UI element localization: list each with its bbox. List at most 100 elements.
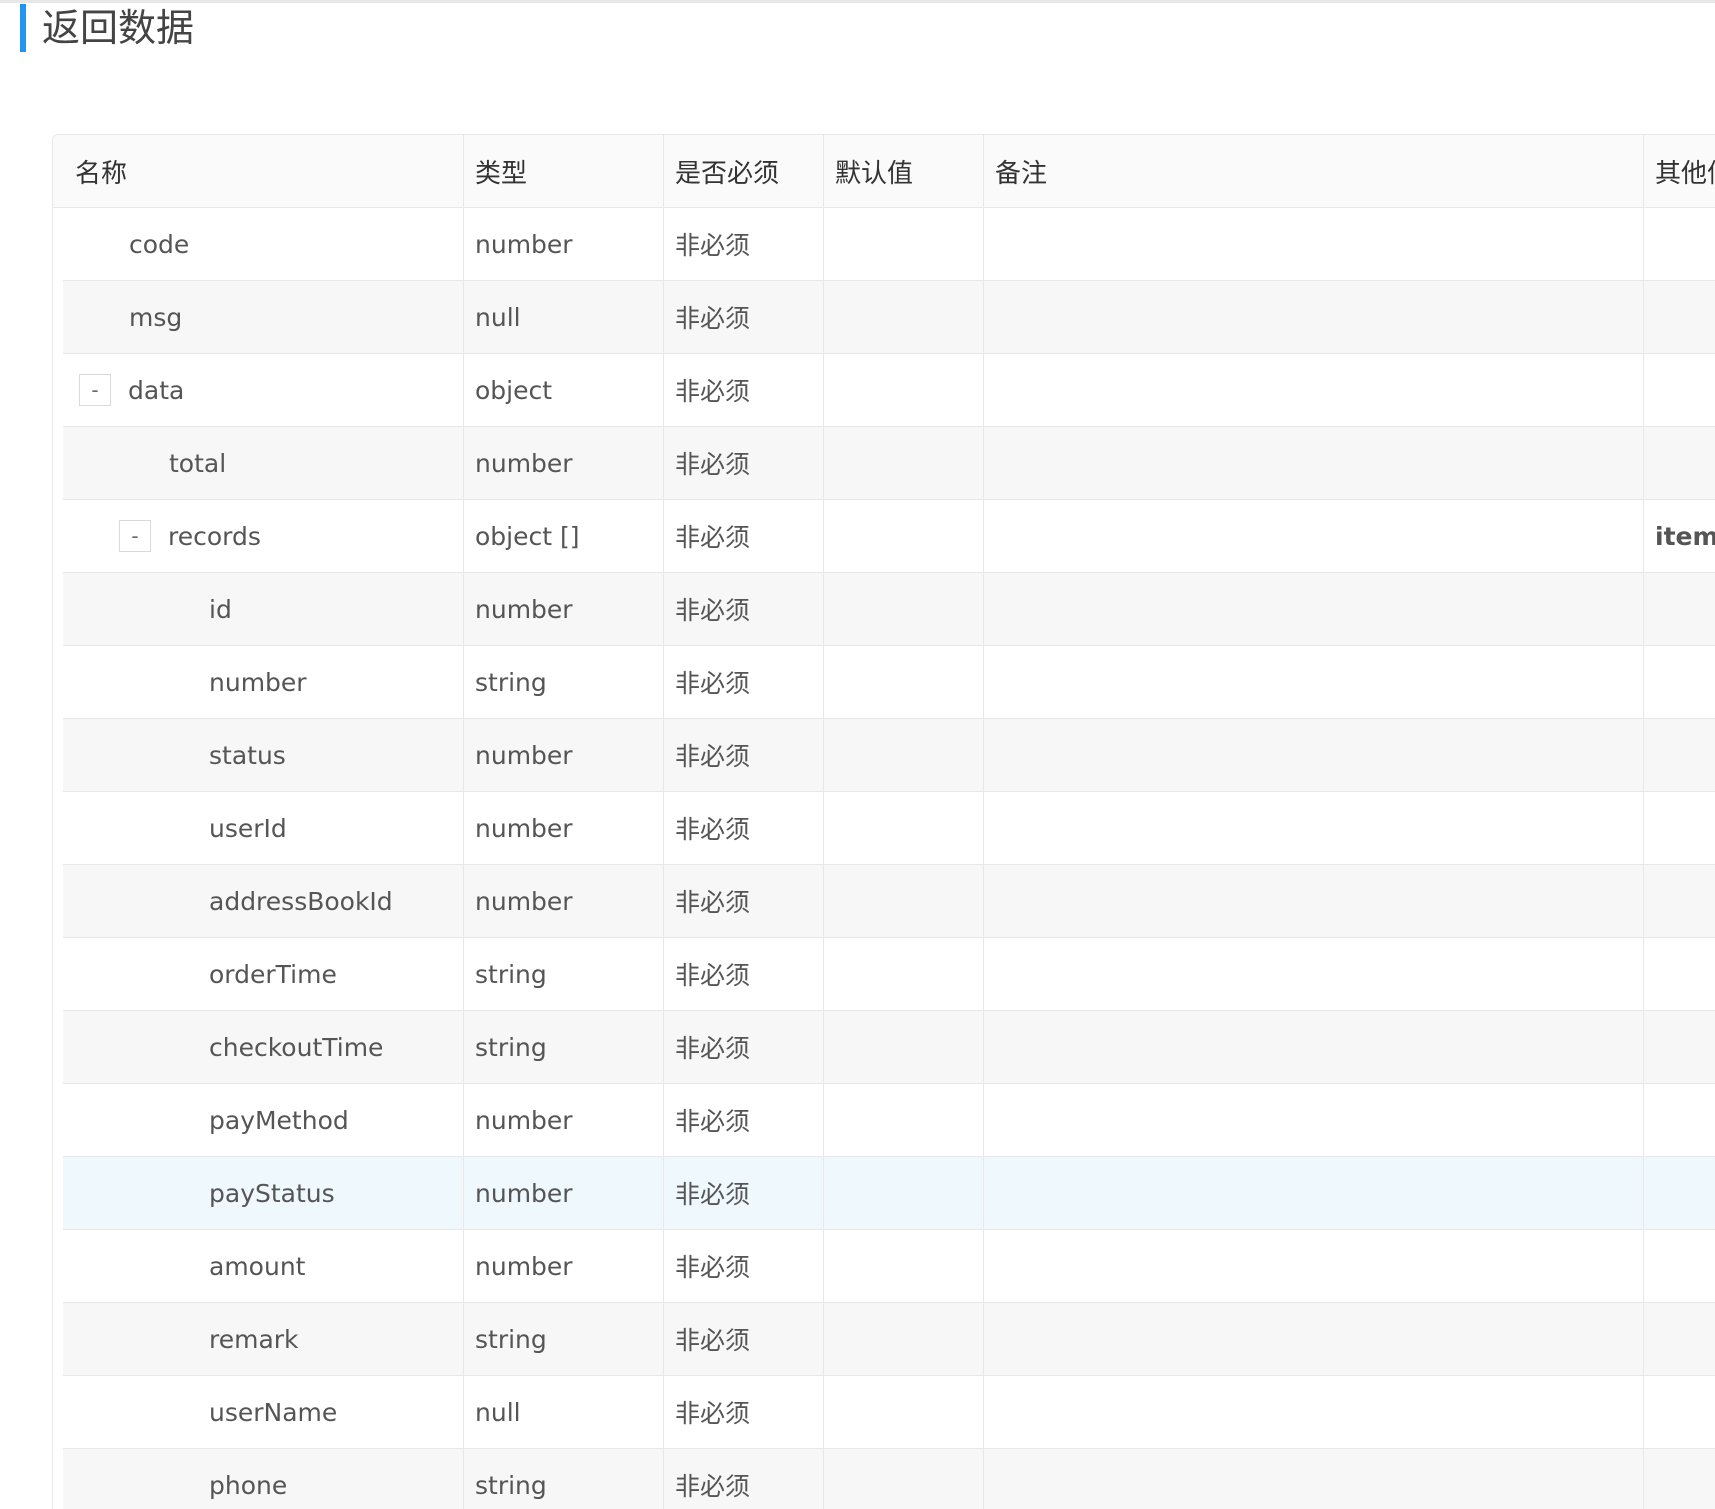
cell-name: number bbox=[63, 646, 464, 718]
cell-other bbox=[1644, 719, 1715, 791]
table-row[interactable]: checkoutTime string 非必须 bbox=[63, 1011, 1715, 1084]
field-name: status bbox=[209, 740, 286, 770]
cell-type: object [] bbox=[464, 500, 664, 572]
cell-name: amount bbox=[63, 1230, 464, 1302]
table-row[interactable]: payStatus number 非必须 bbox=[63, 1157, 1715, 1230]
field-name: userId bbox=[209, 813, 287, 843]
collapse-toggle-icon[interactable]: - bbox=[79, 374, 111, 406]
cell-note bbox=[984, 1230, 1644, 1302]
cell-note bbox=[984, 1011, 1644, 1083]
response-data-table: 名称 类型 是否必须 默认值 备注 其他信 codenumber非必须msgnu… bbox=[52, 134, 1715, 1509]
cell-default bbox=[824, 938, 984, 1010]
field-name: userName bbox=[209, 1397, 338, 1427]
cell-other bbox=[1644, 354, 1715, 426]
cell-name: msg bbox=[63, 281, 464, 353]
cell-type: number bbox=[464, 208, 664, 280]
collapse-toggle-icon[interactable]: - bbox=[119, 520, 151, 552]
cell-type: string bbox=[464, 938, 664, 1010]
cell-type: string bbox=[464, 1011, 664, 1083]
cell-default bbox=[824, 865, 984, 937]
cell-type: object bbox=[464, 354, 664, 426]
cell-type: number bbox=[464, 865, 664, 937]
cell-name: orderTime bbox=[63, 938, 464, 1010]
cell-note bbox=[984, 281, 1644, 353]
table-row[interactable]: status number 非必须 bbox=[63, 719, 1715, 792]
cell-required: 非必须 bbox=[664, 1084, 824, 1156]
field-name: number bbox=[209, 667, 307, 697]
cell-required: 非必须 bbox=[664, 646, 824, 718]
cell-other bbox=[1644, 1157, 1715, 1229]
cell-default bbox=[824, 354, 984, 426]
field-name: amount bbox=[209, 1251, 306, 1281]
cell-required: 非必须 bbox=[664, 938, 824, 1010]
cell-required: 非必须 bbox=[664, 719, 824, 791]
cell-type: number bbox=[464, 719, 664, 791]
cell-required: 非必须 bbox=[664, 1230, 824, 1302]
cell-default bbox=[824, 427, 984, 499]
header-other: 其他信 bbox=[1655, 158, 1715, 189]
cell-note bbox=[984, 1449, 1644, 1509]
field-name: orderTime bbox=[209, 959, 337, 989]
table-row[interactable]: amount number 非必须 bbox=[63, 1230, 1715, 1303]
cell-name: userName bbox=[63, 1376, 464, 1448]
table-row[interactable]: total number 非必须 bbox=[63, 427, 1715, 500]
field-name: payMethod bbox=[209, 1105, 349, 1135]
cell-required: 非必须 bbox=[664, 1303, 824, 1375]
table-row[interactable]: orderTime string 非必须 bbox=[63, 938, 1715, 1011]
cell-default bbox=[824, 1376, 984, 1448]
cell-default bbox=[824, 1157, 984, 1229]
table-row[interactable]: remark string 非必须 bbox=[63, 1303, 1715, 1376]
cell-default bbox=[824, 646, 984, 718]
table-row[interactable]: addressBookId number 非必须 bbox=[63, 865, 1715, 938]
field-name: total bbox=[169, 448, 227, 478]
table-row[interactable]: number string 非必须 bbox=[63, 646, 1715, 719]
cell-default bbox=[824, 1303, 984, 1375]
cell-other bbox=[1644, 1011, 1715, 1083]
cell-type: number bbox=[464, 427, 664, 499]
table-row[interactable]: - data object 非必须 bbox=[63, 354, 1715, 427]
cell-default bbox=[824, 792, 984, 864]
cell-default bbox=[824, 573, 984, 645]
field-name: code bbox=[129, 229, 190, 259]
cell-note bbox=[984, 646, 1644, 718]
cell-note bbox=[984, 1084, 1644, 1156]
cell-required: 非必须 bbox=[664, 792, 824, 864]
cell-default bbox=[824, 208, 984, 280]
cell-note bbox=[984, 1376, 1644, 1448]
cell-type: number bbox=[464, 1157, 664, 1229]
cell-type: number bbox=[464, 792, 664, 864]
cell-other bbox=[1644, 865, 1715, 937]
cell-note bbox=[984, 354, 1644, 426]
cell-required: 非必须 bbox=[664, 865, 824, 937]
header-default: 默认值 bbox=[824, 135, 984, 207]
cell-name: remark bbox=[63, 1303, 464, 1375]
table-row[interactable]: phone string 非必须 bbox=[63, 1449, 1715, 1509]
table-row[interactable]: - records object [] 非必须 item bbox=[63, 500, 1715, 573]
cell-required: 非必须 bbox=[664, 208, 824, 280]
cell-default bbox=[824, 1230, 984, 1302]
cell-name: phone bbox=[63, 1449, 464, 1509]
cell-other: item bbox=[1644, 500, 1715, 572]
cell-required: 非必须 bbox=[664, 281, 824, 353]
cell-name: - records bbox=[63, 500, 464, 572]
cell-default bbox=[824, 281, 984, 353]
table-row[interactable]: code number 非必须 bbox=[63, 208, 1715, 281]
cell-type: number bbox=[464, 573, 664, 645]
cell-note bbox=[984, 208, 1644, 280]
section-title: 返回数据 bbox=[20, 4, 194, 52]
table-row[interactable]: userId number 非必须 bbox=[63, 792, 1715, 865]
field-name: remark bbox=[209, 1324, 299, 1354]
table-row[interactable]: payMethod number 非必须 bbox=[63, 1084, 1715, 1157]
field-name: checkoutTime bbox=[209, 1032, 384, 1062]
cell-other bbox=[1644, 1376, 1715, 1448]
header-name: 名称 bbox=[53, 135, 464, 207]
table-row[interactable]: userName null 非必须 bbox=[63, 1376, 1715, 1449]
table-row[interactable]: msg null 非必须 bbox=[63, 281, 1715, 354]
cell-type: null bbox=[464, 1376, 664, 1448]
field-name: phone bbox=[209, 1470, 288, 1500]
table-row[interactable]: id number 非必须 bbox=[63, 573, 1715, 646]
header-note: 备注 bbox=[984, 135, 1644, 207]
cell-required: 非必须 bbox=[664, 1449, 824, 1509]
cell-default bbox=[824, 1084, 984, 1156]
cell-name: userId bbox=[63, 792, 464, 864]
